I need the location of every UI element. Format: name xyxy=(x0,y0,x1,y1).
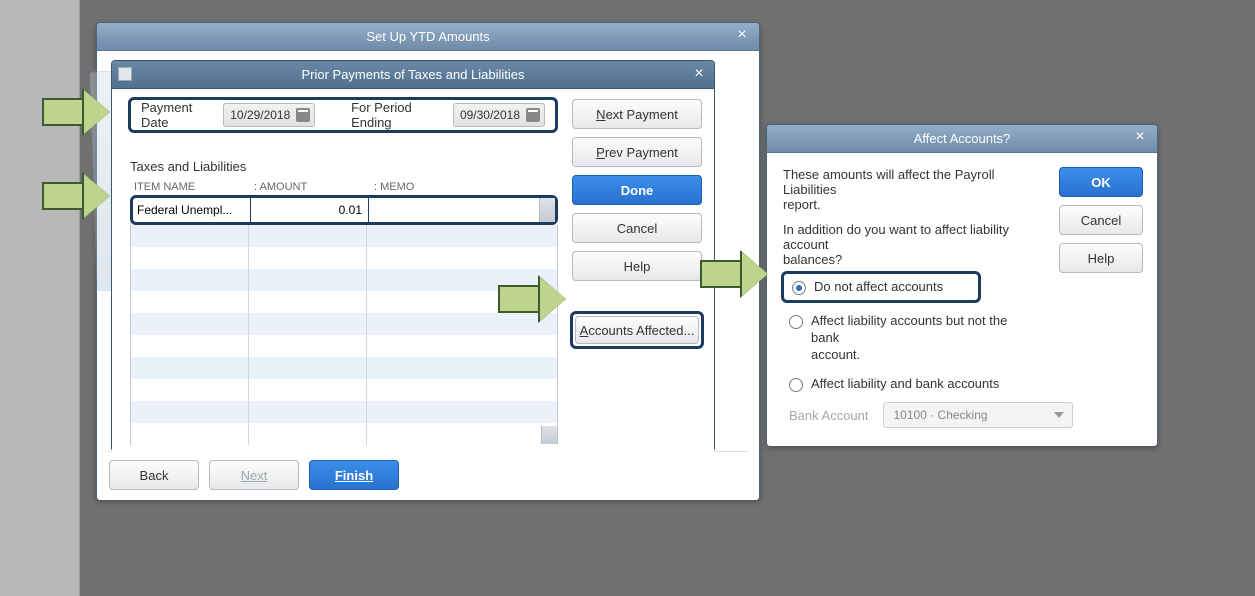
dialog-titlebar: Affect Accounts? × xyxy=(767,125,1157,153)
col-memo: MEMO xyxy=(380,181,414,193)
window-titlebar: Set Up YTD Amounts × xyxy=(97,23,759,51)
radio-dot[interactable] xyxy=(792,281,806,295)
cell-memo[interactable] xyxy=(369,198,555,222)
col-item-name: ITEM NAME xyxy=(132,181,252,193)
cell-item-name[interactable]: Federal Unempl... xyxy=(133,198,251,222)
done-button[interactable]: Done xyxy=(572,175,702,205)
table-header: ITEM NAME : AMOUNT : MEMO xyxy=(130,181,558,195)
cancel-button[interactable]: Cancel xyxy=(1059,205,1143,235)
radio-affect-liability-and-bank[interactable]: Affect liability and bank accounts xyxy=(789,376,1039,393)
question-text: balances? xyxy=(783,252,1041,267)
radio-label: Affect liability accounts but not the ba… xyxy=(811,313,1039,364)
wizard-footer: Back Next Finish xyxy=(109,460,399,490)
bank-account-label: Bank Account xyxy=(789,408,869,423)
payment-date-label: Payment Date xyxy=(141,100,213,130)
chevron-down-icon xyxy=(1054,412,1064,418)
question-text: In addition do you want to affect liabil… xyxy=(783,222,1041,252)
calendar-icon[interactable] xyxy=(296,108,310,122)
affect-text-block: These amounts will affect the Payroll Li… xyxy=(783,167,1041,267)
period-ending-input[interactable]: 09/30/2018 xyxy=(453,103,545,127)
callout-arrow xyxy=(498,285,540,313)
scrollbar-down-icon[interactable] xyxy=(541,426,557,444)
bank-account-row: Bank Account 10100 · Checking xyxy=(789,402,1073,428)
table-body[interactable] xyxy=(130,225,558,445)
ok-button[interactable]: OK xyxy=(1059,167,1143,197)
period-ending-label: For Period Ending xyxy=(351,100,443,130)
radio-label: Affect liability and bank accounts xyxy=(811,376,999,393)
accounts-affected-button[interactable]: Accounts Affected... xyxy=(575,316,699,344)
affect-accounts-dialog: Affect Accounts? × OK Cancel Help These … xyxy=(766,124,1158,446)
entry-row-highlight: Federal Unempl... 0.01 xyxy=(130,195,558,225)
dialog-title: Affect Accounts? xyxy=(914,131,1011,146)
page-left-strip xyxy=(0,0,80,596)
system-menu-icon[interactable] xyxy=(118,67,132,81)
liabilities-table: ITEM NAME : AMOUNT : MEMO Federal Unempl… xyxy=(130,181,558,445)
close-icon[interactable]: × xyxy=(1131,129,1149,147)
close-icon[interactable]: × xyxy=(690,65,708,83)
info-text: These amounts will affect the Payroll Li… xyxy=(783,167,1041,197)
help-button[interactable]: Help xyxy=(572,251,702,281)
payment-date-input[interactable]: 10/29/2018 xyxy=(223,103,315,127)
next-button: Next xyxy=(209,460,299,490)
bank-account-value: 10100 · Checking xyxy=(894,408,988,422)
cell-amount[interactable]: 0.01 xyxy=(251,198,369,222)
prior-payments-dialog: Prior Payments of Taxes and Liabilities … xyxy=(111,60,715,452)
info-text: report. xyxy=(783,197,1041,212)
dates-highlight: Payment Date 10/29/2018 For Period Endin… xyxy=(128,97,558,133)
option-highlight: Do not affect accounts xyxy=(781,271,981,303)
radio-do-not-affect[interactable]: Do not affect accounts xyxy=(792,279,943,296)
window-title: Set Up YTD Amounts xyxy=(366,29,489,44)
dialog-titlebar: Prior Payments of Taxes and Liabilities … xyxy=(112,61,714,89)
col-amount: AMOUNT xyxy=(260,181,308,193)
callout-arrow xyxy=(42,182,84,210)
bank-account-select: 10100 · Checking xyxy=(883,402,1073,428)
back-button[interactable]: Back xyxy=(109,460,199,490)
taxes-liabilities-label: Taxes and Liabilities xyxy=(130,159,246,174)
scrollbar-thumb[interactable] xyxy=(539,198,555,222)
accounts-affected-highlight: Accounts Affected... xyxy=(570,311,704,349)
next-payment-button[interactable]: Next Payment xyxy=(572,99,702,129)
dialog-side-buttons: Next Payment Prev Payment Done Cancel He… xyxy=(572,99,702,281)
radio-dot[interactable] xyxy=(789,315,803,329)
dialog-title: Prior Payments of Taxes and Liabilities xyxy=(301,67,524,82)
prev-payment-button[interactable]: Prev Payment xyxy=(572,137,702,167)
help-button[interactable]: Help xyxy=(1059,243,1143,273)
callout-arrow xyxy=(700,260,742,288)
close-icon[interactable]: × xyxy=(733,27,751,45)
dialog-buttons: OK Cancel Help xyxy=(1059,167,1143,273)
radio-label: Do not affect accounts xyxy=(814,279,943,296)
calendar-icon[interactable] xyxy=(526,108,540,122)
callout-arrow xyxy=(42,98,84,126)
radio-affect-liability-only[interactable]: Affect liability accounts but not the ba… xyxy=(789,313,1039,364)
finish-button[interactable]: Finish xyxy=(309,460,399,490)
radio-dot[interactable] xyxy=(789,378,803,392)
cancel-button[interactable]: Cancel xyxy=(572,213,702,243)
